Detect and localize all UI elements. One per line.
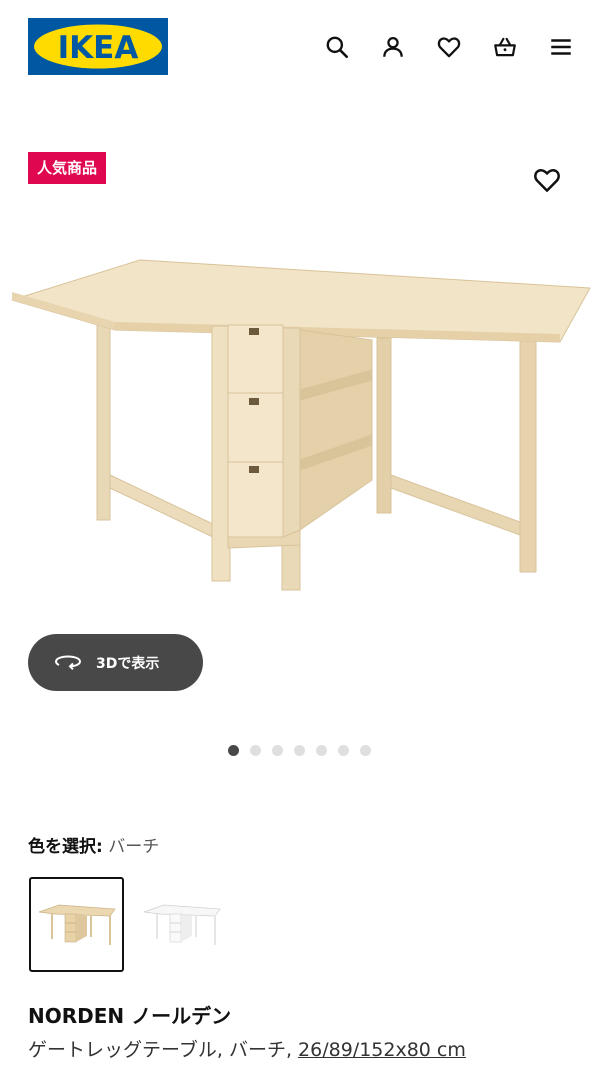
color-select-label: 色を選択: バーチ <box>28 832 159 857</box>
heart-icon[interactable] <box>435 33 463 61</box>
view-3d-button[interactable]: 3Dで表示 <box>28 634 203 691</box>
color-select-key: 色を選択: <box>28 837 103 857</box>
product-image[interactable] <box>0 230 607 620</box>
product-name: NORDEN ノールデン <box>28 1004 232 1028</box>
search-icon[interactable] <box>323 33 351 61</box>
color-option-white[interactable] <box>134 877 229 972</box>
carousel-dot[interactable] <box>250 745 261 756</box>
account-icon[interactable] <box>379 33 407 61</box>
basket-icon[interactable] <box>491 33 519 61</box>
carousel-dot[interactable] <box>360 745 371 756</box>
color-option-birch[interactable] <box>29 877 124 972</box>
rotate-3d-icon <box>54 652 82 674</box>
ikea-logo[interactable]: IKEA <box>28 18 168 75</box>
carousel-dot[interactable] <box>338 745 349 756</box>
product-size-link[interactable]: 26/89/152x80 cm <box>298 1039 466 1061</box>
image-carousel-dots <box>228 745 371 756</box>
carousel-dot[interactable] <box>316 745 327 756</box>
menu-icon[interactable] <box>547 33 575 61</box>
color-select-value: バーチ <box>108 837 160 857</box>
carousel-dot[interactable] <box>272 745 283 756</box>
view-3d-label: 3Dで表示 <box>96 655 160 672</box>
carousel-dot[interactable] <box>294 745 305 756</box>
product-description: ゲートレッグテーブル, バーチ, 26/89/152x80 cm <box>28 1035 466 1062</box>
logo-text: IKEA <box>58 30 139 66</box>
product-type: ゲートレッグテーブル, バーチ, <box>28 1039 299 1061</box>
header: IKEA <box>0 0 607 96</box>
popular-badge: 人気商品 <box>28 152 107 184</box>
favourite-heart-icon[interactable] <box>532 165 562 195</box>
carousel-dot[interactable] <box>228 745 239 756</box>
